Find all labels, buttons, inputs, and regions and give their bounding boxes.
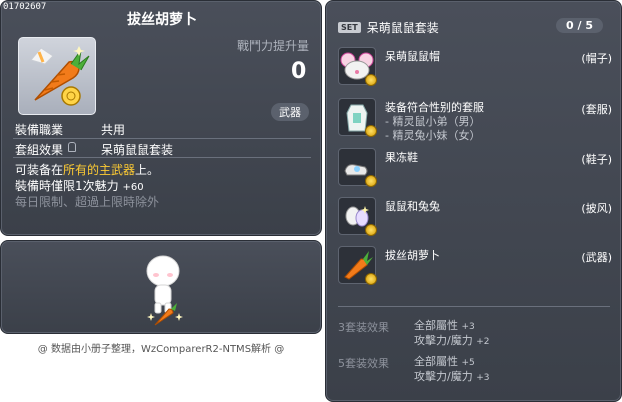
bonus-value: +2: [476, 337, 490, 347]
charm-line: 裝備時僅限1次魅力 +60: [15, 177, 144, 194]
set-piece: 拔丝胡萝卜 (武器): [338, 246, 616, 286]
power-label: 戰鬥力提升量: [237, 39, 310, 53]
carrot-icon: [30, 46, 90, 106]
divider: [13, 138, 311, 139]
piece-name-line: - 精灵兔小妹（女）: [385, 129, 481, 142]
lock-icon: [68, 142, 76, 152]
desc-suffix: 上。: [135, 163, 160, 177]
set-info-panel: SET 呆萌鼠鼠套装 0 / 5 呆萌鼠鼠帽 (帽子) 装备符合性别的套服 - …: [325, 0, 622, 402]
bonus-label: 5套装效果: [338, 357, 389, 370]
divider: [13, 157, 311, 158]
limit-text: 每日限制、超過上限時除外: [15, 195, 160, 209]
bonus-stat: 全部屬性: [414, 319, 458, 332]
piece-name: 呆萌鼠鼠帽: [385, 50, 440, 63]
equip-description: 可装备在所有的主武器上。: [15, 161, 159, 178]
bonus-stat: 攻擊力/魔力: [414, 370, 473, 383]
item-type-badge: 武器: [271, 103, 309, 121]
bonus-value: +5: [461, 358, 475, 368]
character-preview-panel: [0, 240, 322, 334]
bonus-value: +3: [476, 373, 490, 383]
coin-icon: [365, 175, 377, 187]
coin-icon: [365, 224, 377, 236]
set-piece: 呆萌鼠鼠帽 (帽子): [338, 47, 616, 87]
item-name: 拔丝胡萝卜: [127, 12, 197, 28]
coin-icon: [365, 273, 377, 285]
piece-icon-frame: [338, 246, 377, 285]
coin-icon: [365, 125, 377, 137]
character-avatar: [146, 255, 183, 326]
piece-name-line: 装备符合性别的套服: [385, 101, 484, 114]
piece-name: 果冻鞋: [385, 151, 418, 164]
set-badge: SET: [338, 22, 361, 33]
item-tooltip-panel: 01702607 拔丝胡萝卜 戰鬥力提升量 0 武器 裝備職業 共用 套組效果 …: [0, 0, 322, 236]
set-piece: 装备符合性别的套服 - 精灵鼠小弟（男） - 精灵兔小妹（女） (套服): [338, 98, 616, 144]
set-count-badge: 0 / 5: [556, 18, 603, 33]
piece-type: (武器): [581, 251, 612, 264]
set-effect-value: 呆萌鼠鼠套装: [101, 143, 174, 157]
charm-label: 裝備時僅限1次魅力: [15, 179, 119, 193]
set-title: 呆萌鼠鼠套装: [366, 21, 439, 35]
piece-type: (套服): [581, 103, 612, 116]
job-label: 裝備職業: [15, 123, 64, 137]
set-piece: 鼠鼠和兔兔 (披风): [338, 197, 616, 237]
charm-value: +60: [122, 182, 144, 193]
piece-name: 拔丝胡萝卜: [385, 249, 440, 262]
piece-icon-frame: [338, 197, 377, 236]
bonus-stat: 全部屬性: [414, 355, 458, 368]
piece-icon-frame: [338, 148, 377, 187]
job-value: 共用: [101, 123, 126, 137]
item-icon-frame: [18, 37, 96, 115]
desc-highlight: 所有的主武器: [63, 163, 136, 177]
piece-icon-frame: [338, 98, 377, 137]
divider: [338, 306, 610, 307]
power-value: 0: [291, 59, 307, 84]
piece-icon-frame: [338, 47, 377, 86]
piece-type: (鞋子): [581, 153, 612, 166]
set-header: SET 呆萌鼠鼠套装: [338, 19, 439, 36]
desc-prefix: 可装备在: [15, 163, 64, 177]
set-piece: 果冻鞋 (鞋子): [338, 148, 616, 188]
piece-type: (帽子): [581, 52, 612, 65]
data-source-caption: @ 数据由小册子整理，WzComparerR2-NTMS解析 @: [37, 344, 285, 355]
piece-name-line: - 精灵鼠小弟（男）: [385, 115, 481, 128]
bonus-value: +3: [461, 322, 475, 332]
bonus-label: 3套装效果: [338, 321, 389, 334]
piece-type: (披风): [581, 202, 612, 215]
bonus-stat: 攻擊力/魔力: [414, 334, 473, 347]
piece-name: 鼠鼠和兔兔: [385, 200, 440, 213]
bonus-lines: 全部屬性 +3 攻擊力/魔力 +2: [414, 319, 490, 349]
bonus-lines: 全部屬性 +5 攻擊力/魔力 +3: [414, 355, 490, 385]
set-effect-label: 套組效果: [15, 143, 64, 157]
coin-icon: [365, 74, 377, 86]
piece-name: 装备符合性别的套服 - 精灵鼠小弟（男） - 精灵兔小妹（女）: [385, 101, 484, 143]
